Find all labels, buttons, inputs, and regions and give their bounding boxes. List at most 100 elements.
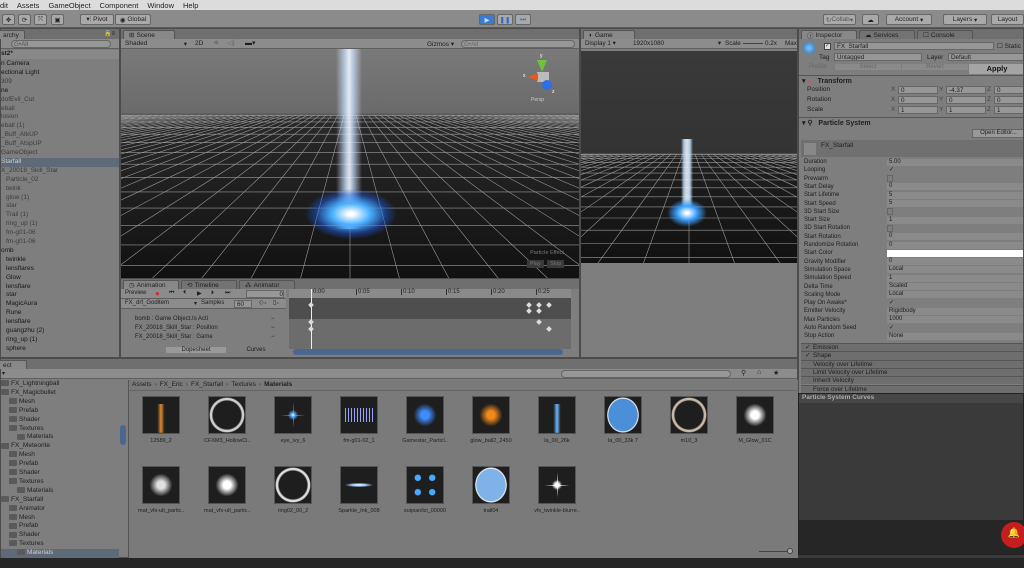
scene-search-input[interactable]: G•All (461, 40, 575, 48)
name-input[interactable]: FX_Starfall (834, 42, 994, 50)
transform-x-input[interactable]: 0 (898, 96, 938, 104)
transform-y-input[interactable]: 0 (946, 96, 986, 104)
hierarchy-item[interactable]: Starfall (1, 158, 119, 167)
project-folder[interactable]: Materials (1, 487, 119, 496)
maximize-toggle[interactable]: Max (785, 40, 797, 47)
tab-animation[interactable]: ◷ Animation (123, 280, 179, 289)
hierarchy-item[interactable]: lensflare (1, 283, 119, 292)
timeline-scrollbar[interactable] (293, 349, 563, 355)
hierarchy-item[interactable]: dofEvil_Cut (1, 96, 119, 105)
prefab-revert-button[interactable]: Revert (902, 64, 968, 70)
game-viewport[interactable] (581, 51, 797, 263)
tab-timeline[interactable]: ⟲ Timeline (181, 280, 237, 289)
project-folder[interactable]: Textures (1, 478, 119, 487)
play-anim-button[interactable]: ▶ (197, 290, 202, 297)
cloud-icon[interactable]: ☁ (862, 14, 879, 25)
ps-property-value[interactable]: Local (887, 291, 1023, 298)
hierarchy-item[interactable]: eball (1, 105, 119, 114)
resolution-dropdown[interactable]: 1920x1080▾ (633, 40, 721, 47)
ps-property-value[interactable]: 1000 (887, 316, 1023, 323)
hierarchy-search-input[interactable]: G•All (11, 40, 111, 48)
ps-property-value[interactable]: Local (887, 266, 1023, 273)
notification-bell-icon[interactable]: 🔔 (1001, 522, 1024, 548)
asset-thumbnail[interactable]: m10_3 (670, 396, 708, 444)
first-key-button[interactable]: ⏮ (169, 290, 174, 297)
tab-game[interactable]: ◐ Game (583, 30, 635, 39)
tab-console[interactable]: ☐ Console (917, 30, 973, 39)
tab-project[interactable]: ect (0, 360, 27, 369)
scene-orientation-gizmo[interactable]: y x z Persp (523, 53, 563, 103)
ps-module-shape[interactable]: ✓Shape (801, 351, 1024, 359)
clip-dropdown[interactable]: FX_drf_Goditem▾ (125, 300, 197, 306)
breadcrumb-item[interactable]: Assets (132, 381, 152, 388)
project-folder[interactable]: Textures (1, 425, 119, 434)
asset-thumbnail[interactable]: mat_vfx-ult_partic.. (208, 466, 246, 514)
hierarchy-item[interactable]: omb (1, 247, 119, 256)
animation-track[interactable]: FX_20018_Skill_Star : Position− (121, 324, 286, 333)
tag-dropdown[interactable]: Untagged (834, 53, 922, 61)
collab-button[interactable]: ↻Collab▾ (823, 14, 856, 25)
record-button[interactable]: ● (155, 289, 160, 298)
layers-dropdown[interactable]: Layers ▾ (943, 14, 987, 25)
hierarchy-item[interactable]: twink (1, 185, 119, 194)
tab-services[interactable]: ☁ Services (859, 30, 915, 39)
transform-x-input[interactable]: 1 (898, 106, 938, 114)
menu-component[interactable]: Component (100, 1, 139, 10)
display-dropdown[interactable]: Display 1 ▾ (585, 40, 616, 47)
ps-property-value[interactable] (887, 208, 893, 215)
ps-property-value[interactable]: None (887, 333, 1023, 340)
ps-property-value[interactable]: Rigidbody (887, 308, 1023, 315)
keyframe[interactable] (308, 326, 314, 332)
hierarchy-item[interactable]: ring_up (1) (1, 336, 119, 345)
dopesheet-tab[interactable]: Dopesheet (166, 347, 226, 353)
hierarchy-item[interactable]: Rune (1, 309, 119, 318)
ps-module-velocity-over-lifetime[interactable]: Velocity over Lifetime (801, 360, 1024, 368)
hierarchy-item[interactable]: X_20018_Skill_Star (1, 167, 119, 176)
asset-thumbnail[interactable]: eye_ivy_6 (274, 396, 312, 444)
hierarchy-item[interactable]: losion (1, 113, 119, 122)
next-key-button[interactable]: ⏵ (211, 290, 214, 297)
project-folder[interactable]: FX_Magicbullet (1, 389, 119, 398)
asset-thumbnail[interactable]: suipianlizi_00000 (406, 466, 444, 514)
ps-property-value[interactable]: 5 (887, 192, 1023, 199)
tab-scene[interactable]: ⊞ Scene (123, 30, 175, 39)
pause-button[interactable]: ❚❚ (497, 14, 513, 25)
transform-x-input[interactable]: 0 (898, 86, 938, 94)
hierarchy-item[interactable]: GameObject (1, 149, 119, 158)
project-folder[interactable]: Shader (1, 469, 119, 478)
hierarchy-item[interactable]: lensflare (1, 318, 119, 327)
asset-thumbnail[interactable]: Gamestar_Particl.. (406, 396, 444, 444)
ps-property-value[interactable]: ✓ (887, 325, 1023, 332)
slider-handle[interactable] (787, 548, 793, 554)
animation-track[interactable]: bomb : Game Object.Is Acti− (121, 315, 286, 324)
ps-module-emission[interactable]: ✓Emission (801, 343, 1024, 351)
open-editor-button[interactable]: Open Editor... (972, 129, 1024, 138)
ps-property-value[interactable]: 0 (887, 183, 1023, 190)
hierarchy-item[interactable]: glow (1) (1, 194, 119, 203)
keyframe[interactable] (536, 319, 542, 325)
last-key-button[interactable]: ⏭ (225, 290, 230, 297)
hierarchy-item[interactable]: sphere (1, 345, 119, 354)
asset-thumbnail[interactable]: vfx_twinkle-blurre.. (538, 466, 576, 514)
breadcrumb-item[interactable]: Materials (264, 381, 292, 388)
asset-thumbnail[interactable]: trail04 (472, 466, 510, 514)
project-search-input[interactable] (561, 370, 731, 378)
ps-property-value[interactable]: 0 (887, 233, 1023, 240)
asset-thumbnail[interactable]: la_00_33k 7 (604, 396, 642, 444)
asset-thumbnail[interactable]: CFXM3_HollowCi.. (208, 396, 246, 444)
ps-property-value[interactable] (887, 250, 1023, 257)
transform-z-input[interactable]: 1 (994, 106, 1024, 114)
ps-property-value[interactable]: 1 (887, 275, 1023, 282)
project-folder[interactable]: FX_Starfall (1, 496, 119, 505)
menu-window[interactable]: Window (147, 1, 174, 10)
add-event-icon[interactable]: ▯₊ (273, 299, 279, 306)
remove-key-icon[interactable]: − (271, 324, 275, 333)
project-folder[interactable]: Shader (1, 531, 119, 540)
project-folder[interactable]: Mesh (1, 451, 119, 460)
static-checkbox[interactable]: ☐ Static (997, 42, 1021, 50)
add-keyframe-icon[interactable]: ◇₊ (259, 299, 267, 306)
project-folder[interactable]: Materials (1, 433, 119, 442)
ps-property-value[interactable]: 5.00 (887, 159, 1023, 166)
ps-property-value[interactable] (887, 225, 893, 232)
asset-thumbnail[interactable]: glow_ball2_2450 (472, 396, 510, 444)
